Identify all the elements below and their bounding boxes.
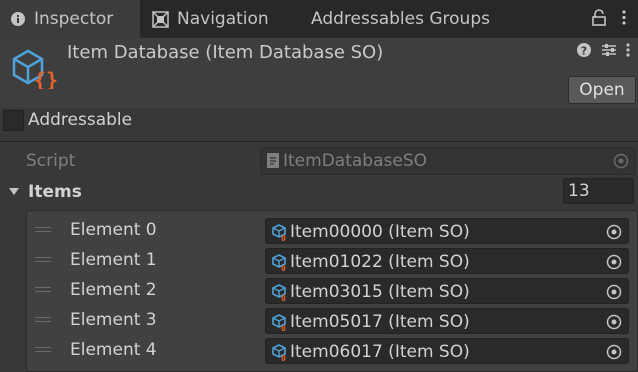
object-field[interactable]: 0 Item05017 (Item SO) xyxy=(265,308,629,334)
tab-inspector[interactable]: Inspector xyxy=(0,0,140,38)
tab-label: Addressables Groups xyxy=(311,9,490,29)
object-value: Item00000 (Item SO) xyxy=(290,222,470,242)
svg-text:?: ? xyxy=(581,45,587,58)
tab-label: Navigation xyxy=(177,9,269,29)
svg-text:0: 0 xyxy=(281,264,286,271)
list-item[interactable]: Element 4 0 Item06017 (Item SO) xyxy=(27,335,637,365)
addressable-row: Addressable xyxy=(0,106,638,136)
script-field: ItemDatabaseSO xyxy=(260,147,636,175)
svg-text:0: 0 xyxy=(281,324,286,331)
object-value: Item01022 (Item SO) xyxy=(290,252,470,272)
svg-text:0: 0 xyxy=(281,234,286,241)
element-label: Element 1 xyxy=(70,250,157,270)
divider xyxy=(0,141,638,142)
script-value: ItemDatabaseSO xyxy=(283,151,427,171)
element-label: Element 3 xyxy=(70,310,157,330)
navigation-icon xyxy=(152,10,169,28)
object-picker-icon xyxy=(613,153,629,173)
header-icons: ? xyxy=(576,42,630,62)
object-field[interactable]: 0 Item01022 (Item SO) xyxy=(265,248,629,274)
item-so-icon: 0 xyxy=(271,313,287,335)
list-item[interactable]: Element 3 0 Item05017 (Item SO) xyxy=(27,305,637,335)
foldout-arrow-icon xyxy=(8,182,20,202)
object-value: Item03015 (Item SO) xyxy=(290,282,470,302)
more-icon[interactable] xyxy=(626,42,630,62)
svg-text:0: 0 xyxy=(281,294,286,301)
object-value: Item05017 (Item SO) xyxy=(290,312,470,332)
preset-icon[interactable] xyxy=(600,42,618,62)
object-picker-icon[interactable] xyxy=(606,344,622,364)
tab-actions xyxy=(592,0,638,38)
element-label: Element 4 xyxy=(70,340,157,360)
object-field[interactable]: 0 Item06017 (Item SO) xyxy=(265,338,629,364)
info-icon xyxy=(10,11,26,27)
addressable-label: Addressable xyxy=(28,110,133,130)
element-label: Element 0 xyxy=(70,220,157,240)
drag-handle-icon[interactable] xyxy=(35,347,51,355)
addressable-checkbox[interactable] xyxy=(3,110,24,131)
element-label: Element 2 xyxy=(70,280,157,300)
item-so-icon: 0 xyxy=(271,223,287,245)
item-so-icon: 0 xyxy=(271,253,287,275)
asset-title: Item Database (Item Database SO) xyxy=(67,42,384,63)
script-icon xyxy=(267,153,279,172)
help-icon[interactable]: ? xyxy=(576,42,592,62)
tab-navigation[interactable]: Navigation xyxy=(152,0,269,38)
items-foldout[interactable]: Items xyxy=(8,182,82,202)
object-picker-icon[interactable] xyxy=(606,224,622,244)
tab-addressables-groups[interactable]: Addressables Groups xyxy=(311,0,490,38)
drag-handle-icon[interactable] xyxy=(35,227,51,235)
item-so-icon: 0 xyxy=(271,283,287,305)
open-button[interactable]: Open xyxy=(568,76,636,104)
items-label: Items xyxy=(28,182,82,202)
scriptable-object-icon: {} xyxy=(10,47,58,92)
list-item[interactable]: Element 1 0 Item01022 (Item SO) xyxy=(27,245,637,275)
tab-bar: Inspector Navigation Addressables Groups xyxy=(0,0,638,38)
svg-text:0: 0 xyxy=(281,354,286,361)
object-field[interactable]: 0 Item03015 (Item SO) xyxy=(265,278,629,304)
item-so-icon: 0 xyxy=(271,343,287,365)
lock-icon[interactable] xyxy=(592,8,606,30)
items-list: Element 0 0 Item00000 (Item SO) Element 10I… xyxy=(26,210,638,372)
object-picker-icon[interactable] xyxy=(606,284,622,304)
items-count-field[interactable]: 13 xyxy=(563,178,634,204)
drag-handle-icon[interactable] xyxy=(35,317,51,325)
object-picker-icon[interactable] xyxy=(606,314,622,334)
drag-handle-icon[interactable] xyxy=(35,257,51,265)
list-item[interactable]: Element 2 0 Item03015 (Item SO) xyxy=(27,275,637,305)
object-field[interactable]: 0 Item00000 (Item SO) xyxy=(265,218,629,244)
drag-handle-icon[interactable] xyxy=(35,287,51,295)
menu-icon[interactable] xyxy=(622,9,626,30)
object-picker-icon[interactable] xyxy=(606,254,622,274)
tab-label: Inspector xyxy=(34,9,114,29)
svg-text:{}: {} xyxy=(34,68,58,89)
list-item[interactable]: Element 0 0 Item00000 (Item SO) xyxy=(27,215,637,245)
object-value: Item06017 (Item SO) xyxy=(290,342,470,362)
script-label: Script xyxy=(26,151,76,171)
